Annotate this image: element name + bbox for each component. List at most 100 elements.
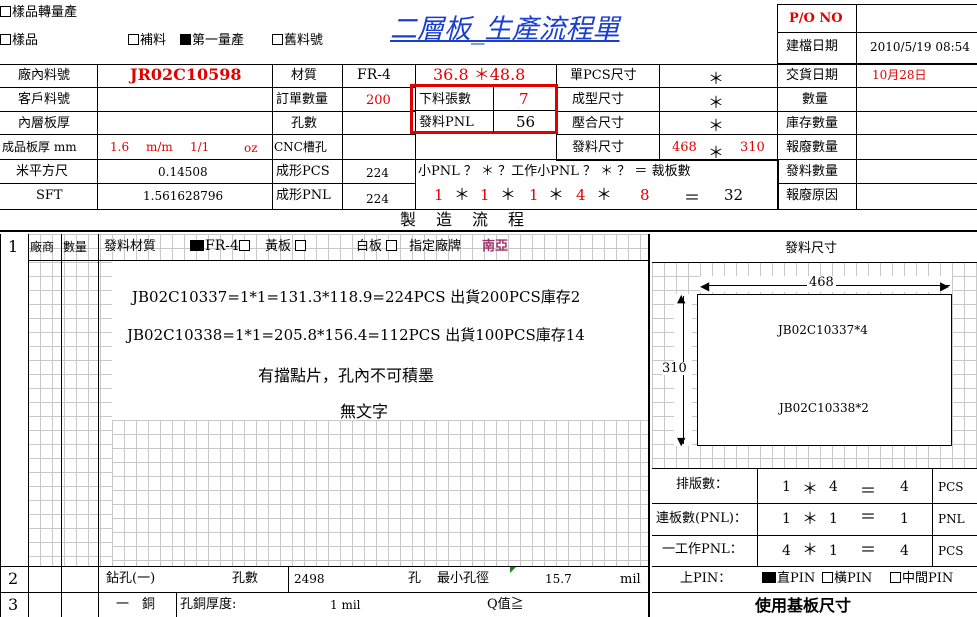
delivery-label: 交貨日期 xyxy=(786,68,839,83)
brand-option[interactable]: 指定廠牌 xyxy=(409,240,461,253)
calc-star-2: ＊ xyxy=(500,185,517,204)
created-value: 2010/5/19 08:54 xyxy=(870,40,970,54)
copper-thickness-value: 1 mil xyxy=(330,598,361,612)
pressed-size-label: 壓合尺寸 xyxy=(572,116,625,131)
calc-star-4: ＊ xyxy=(596,185,613,204)
layout-star: ＊ xyxy=(802,479,819,498)
material-value: FR-4 xyxy=(357,67,391,83)
checkbox-icon[interactable] xyxy=(0,34,11,45)
work-b: 1 xyxy=(829,543,838,559)
work-pnl-label: 一工作PNL： xyxy=(662,542,743,557)
sample-option[interactable]: 樣品 xyxy=(0,34,38,47)
joined-b: 1 xyxy=(829,511,838,527)
checkbox-icon[interactable] xyxy=(822,572,833,583)
hole-count-label: 孔數 xyxy=(291,116,318,131)
checkbox-checked-icon[interactable] xyxy=(180,34,191,45)
note-1: JB02C10337=1*1=131.3*118.9=224PCS 出貨200P… xyxy=(132,288,581,306)
checkbox-icon[interactable] xyxy=(386,240,398,251)
formed-pcs-value: 224 xyxy=(366,166,389,180)
checkbox-checked-icon[interactable] xyxy=(190,240,204,251)
q-label: Q值≧ xyxy=(487,597,524,612)
copper-ratio: 1/1 xyxy=(190,140,210,154)
created-label: 建檔日期 xyxy=(786,39,839,54)
part-b: JB02C10338*2 xyxy=(779,401,869,415)
unit-pcs-size-value: ＊ xyxy=(708,69,725,88)
formed-size-label: 成型尺寸 xyxy=(572,92,625,107)
calc-e: 8 xyxy=(640,186,650,204)
work-a: 4 xyxy=(782,543,791,559)
width-label: 468 xyxy=(807,275,836,290)
white-option[interactable]: 白板 xyxy=(356,240,398,253)
sft-value: 1.561628796 xyxy=(143,189,224,203)
order-qty-label: 訂單數量 xyxy=(276,92,329,107)
base-size-title: 使用基板尺寸 xyxy=(755,596,852,615)
quantity-label: 數量 xyxy=(802,92,829,107)
layout-result: 4 xyxy=(900,479,909,495)
issue-pnl-value: 56 xyxy=(516,113,536,131)
mil-unit: mil xyxy=(620,572,641,587)
pin-straight-option[interactable]: 直PIN xyxy=(762,572,815,585)
supplement-option[interactable]: 補料 xyxy=(128,34,166,47)
checkbox-icon[interactable] xyxy=(128,34,139,45)
issue-pnl-label: 發料PNL xyxy=(419,115,474,130)
delivery-value: 10月28日 xyxy=(872,68,927,82)
oz-unit: oz xyxy=(244,141,258,155)
inner-thickness-label: 內層板厚 xyxy=(18,116,71,131)
work-unit: PCS xyxy=(938,544,964,558)
mm-unit: m/m xyxy=(146,140,173,154)
checkbox-icon[interactable] xyxy=(890,572,901,583)
work-result: 4 xyxy=(900,543,909,559)
factory-part-label: 廠內料號 xyxy=(18,68,71,83)
calc-result: 32 xyxy=(724,186,744,204)
formed-pcs-label: 成形PCS xyxy=(276,164,330,179)
finished-thickness-label: 成品板厚 mm xyxy=(2,140,77,154)
scrap-reason-label: 報廢原因 xyxy=(786,188,839,203)
old-part-option[interactable]: 舊料號 xyxy=(272,34,323,47)
checkbox-checked-icon[interactable] xyxy=(762,572,776,583)
joined-star: ＊ xyxy=(802,509,819,528)
pin-label: 上PIN： xyxy=(680,571,732,586)
calc-eq: ＝ xyxy=(684,188,701,207)
stock-qty-label: 庫存數量 xyxy=(786,116,839,131)
checkbox-icon[interactable] xyxy=(0,6,11,17)
min-hole-value: 15.7 xyxy=(545,572,572,586)
first-production-option[interactable]: 第一量產 xyxy=(180,34,244,47)
issue-size-star: ＊ xyxy=(708,143,725,162)
page-title[interactable]: 二層板_生產流程單 xyxy=(390,16,620,43)
cell-comment-marker-icon[interactable] xyxy=(510,567,516,573)
sqm-value: 0.14508 xyxy=(158,165,208,179)
checkbox-icon[interactable] xyxy=(295,240,307,251)
joined-a: 1 xyxy=(782,511,791,527)
checkbox-icon[interactable] xyxy=(238,240,250,251)
pin-middle-option[interactable]: 中間PIN xyxy=(890,572,953,585)
cut-sheets-label: 下料張數 xyxy=(419,92,472,107)
arrow-right-icon: ▶ xyxy=(940,279,950,293)
formed-pnl-value: 224 xyxy=(366,192,389,206)
po-label: P/O NO xyxy=(789,11,843,26)
note-2: JB02C10338=1*1=205.8*156.4=112PCS 出貨100P… xyxy=(127,326,585,344)
sample-to-production-option[interactable]: 樣品轉量產 xyxy=(0,6,77,19)
sqm-label: 米平方尺 xyxy=(16,164,69,179)
min-hole-label: 最小孔徑 xyxy=(437,571,490,586)
scrap-qty-label: 報廢數量 xyxy=(786,140,839,155)
pin-horizontal-option[interactable]: 橫PIN xyxy=(822,572,872,585)
drill-hole-count-value: 2498 xyxy=(294,572,325,586)
pressed-size-value: ＊ xyxy=(708,116,725,135)
diagram-title: 發料尺寸 xyxy=(785,241,838,256)
formed-pnl-label: 成形PNL xyxy=(276,188,331,203)
yellow-option[interactable]: 黃板 xyxy=(265,240,307,253)
joined-result: 1 xyxy=(900,511,909,527)
brand-value: 南亞 xyxy=(482,239,509,254)
layout-count-label: 排版數： xyxy=(676,477,729,492)
part-a: JB02C10337*4 xyxy=(778,323,868,337)
material-label: 材質 xyxy=(291,68,318,83)
fr4-option[interactable]: FR-4 xyxy=(190,239,251,253)
issue-size-h: 310 xyxy=(740,140,765,155)
joined-eq: ＝ xyxy=(860,507,877,526)
row1-number: 1 xyxy=(8,237,19,256)
joined-label: 連板數(PNL)： xyxy=(656,511,747,526)
drill-label: 鉆孔(一) xyxy=(106,571,156,586)
checkbox-icon[interactable] xyxy=(272,34,283,45)
sft-label: SFT xyxy=(36,188,63,203)
copper-thickness-label: 孔銅厚度: xyxy=(180,597,237,612)
